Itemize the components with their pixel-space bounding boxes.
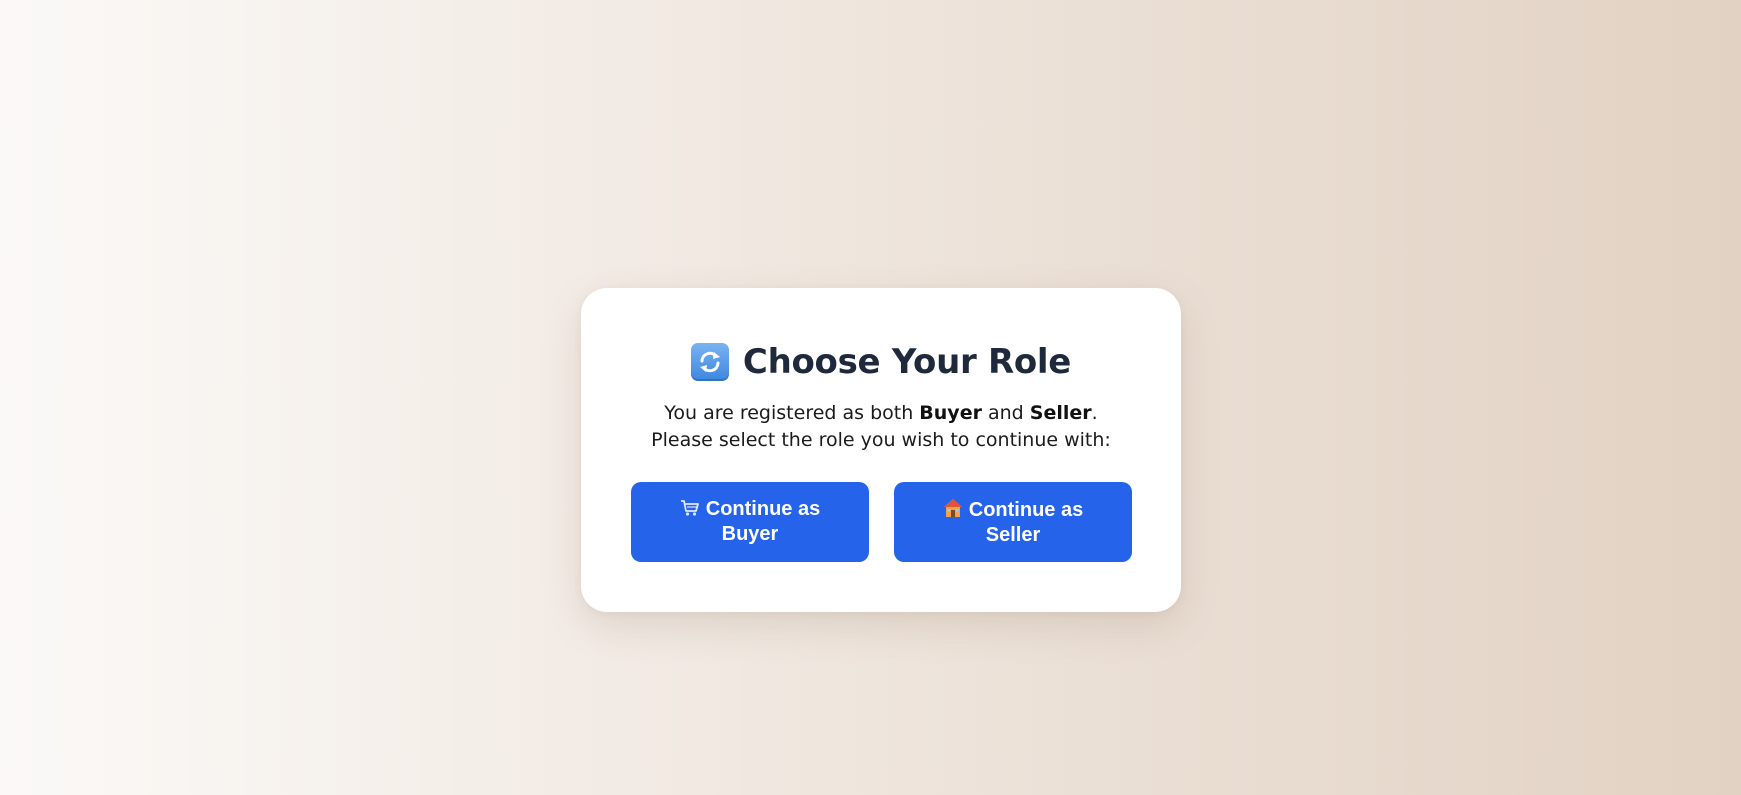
description-prefix: You are registered as both <box>664 402 920 424</box>
role-selection-card: Choose Your Role You are registered as b… <box>581 288 1181 612</box>
buyer-button-label: Continue as Buyer <box>705 498 821 545</box>
role-description: You are registered as both Buyer and Sel… <box>581 400 1181 454</box>
seller-button-label: Continue as Seller <box>968 498 1084 546</box>
continue-as-seller-button[interactable]: Continue as Seller <box>894 482 1132 562</box>
buyer-role-label: Buyer <box>919 402 982 424</box>
page-title: Choose Your Role <box>742 342 1072 382</box>
title-row: Choose Your Role <box>581 342 1181 382</box>
description-suffix: . <box>1091 402 1098 424</box>
description-line-2: Please select the role you wish to conti… <box>651 429 1111 451</box>
seller-role-label: Seller <box>1029 402 1092 424</box>
description-line-1: You are registered as both Buyer and Sel… <box>581 400 1181 427</box>
description-and: and <box>981 402 1030 424</box>
refresh-icon <box>690 343 729 381</box>
continue-as-buyer-button[interactable]: Continue as Buyer <box>631 482 869 562</box>
house-icon <box>943 498 963 524</box>
shopping-cart-icon <box>680 499 700 523</box>
